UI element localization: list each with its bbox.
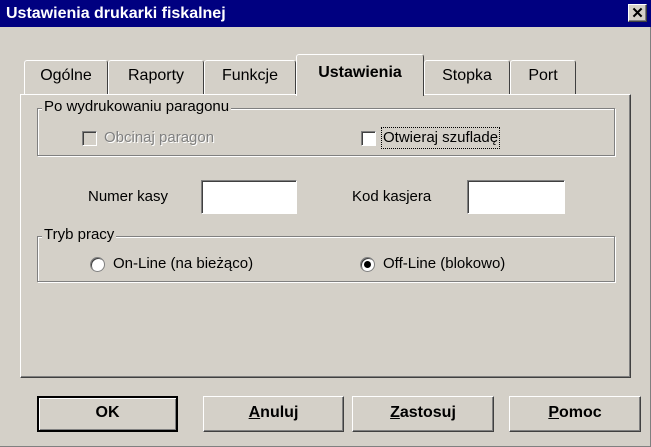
close-button[interactable]: ✕ bbox=[628, 4, 647, 22]
cut-receipt-checkbox[interactable] bbox=[82, 131, 97, 146]
radio-selected-dot bbox=[364, 261, 371, 268]
window-title: Ustawienia drukarki fiskalnej bbox=[6, 5, 226, 22]
work-mode-legend: Tryb pracy bbox=[42, 226, 117, 244]
apply-button[interactable]: Zastosuj bbox=[352, 396, 494, 432]
cancel-label-rest: nuluj bbox=[260, 404, 299, 421]
ok-button[interactable]: OK bbox=[37, 396, 178, 432]
cashier-code-label: Kod kasjera bbox=[352, 188, 432, 205]
online-label: On-Line (na bieżąco) bbox=[113, 255, 254, 272]
help-label-rest: omoc bbox=[559, 404, 602, 421]
cut-receipt-label: Obcinaj paragon bbox=[104, 129, 215, 146]
close-icon: ✕ bbox=[631, 5, 644, 22]
apply-mnemonic: Z bbox=[390, 404, 400, 421]
dialog-window: Ustawienia drukarki fiskalnej ✕ Ogólne R… bbox=[0, 0, 651, 447]
register-number-label: Numer kasy bbox=[88, 188, 169, 205]
help-mnemonic: P bbox=[548, 404, 559, 421]
tab-funkcje[interactable]: Funkcje bbox=[204, 60, 296, 94]
register-number-input[interactable] bbox=[201, 180, 297, 214]
title-bar[interactable]: Ustawienia drukarki fiskalnej ✕ bbox=[0, 0, 651, 27]
open-drawer-checkbox[interactable] bbox=[361, 131, 376, 146]
after-print-legend: Po wydrukowaniu paragonu bbox=[42, 98, 232, 116]
help-button[interactable]: Pomoc bbox=[509, 396, 641, 432]
tab-raporty[interactable]: Raporty bbox=[108, 60, 204, 94]
tab-ogolne[interactable]: Ogólne bbox=[24, 60, 108, 94]
offline-radio[interactable] bbox=[360, 257, 375, 272]
tab-port[interactable]: Port bbox=[510, 60, 576, 94]
cancel-button[interactable]: Anuluj bbox=[203, 396, 344, 432]
cashier-code-input[interactable] bbox=[467, 180, 565, 214]
tab-stopka[interactable]: Stopka bbox=[424, 60, 510, 94]
offline-label: Off-Line (blokowo) bbox=[383, 255, 506, 272]
tab-ustawienia[interactable]: Ustawienia bbox=[296, 54, 424, 96]
open-drawer-label[interactable]: Otwieraj szufladę bbox=[380, 127, 501, 149]
cancel-mnemonic: A bbox=[248, 404, 261, 421]
ok-button-label: OK bbox=[95, 404, 120, 421]
apply-label-rest: astosuj bbox=[399, 404, 456, 421]
online-radio[interactable] bbox=[90, 257, 105, 272]
